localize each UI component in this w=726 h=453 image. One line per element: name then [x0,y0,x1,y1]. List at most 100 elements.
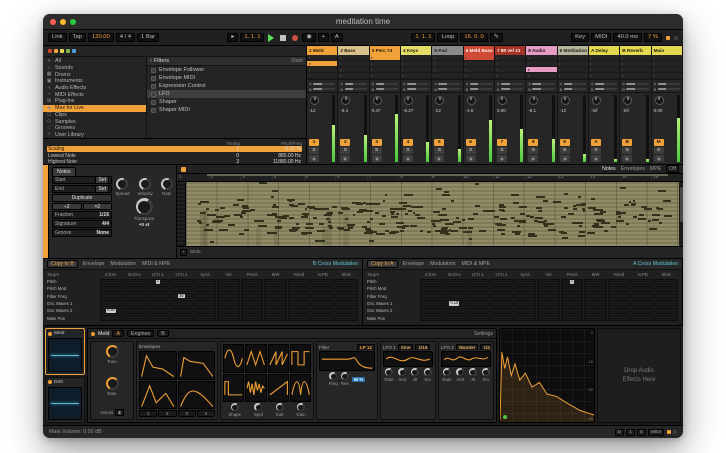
lfo-knob[interactable] [398,368,406,376]
waveform-saw-icon[interactable] [268,344,289,373]
browser-category-item[interactable]: ◇ Samples [43,118,146,125]
send-b-slider[interactable] [532,88,554,90]
mod-matrix-cell[interactable] [123,286,146,292]
solo-button[interactable]: S [340,147,350,154]
browser-device-item[interactable]: Expression Control [147,82,306,90]
mapping-value-1[interactable]: 0 [197,153,239,159]
mod-matrix-cell[interactable] [194,279,217,285]
mod-matrix-cell[interactable] [194,286,217,292]
mod-matrix-cell[interactable] [537,286,560,292]
collection-color-icon[interactable] [66,49,70,53]
midi-note[interactable] [475,183,479,185]
mod-matrix-cell[interactable] [217,300,240,306]
midi-note[interactable] [538,221,545,223]
mod-matrix-cell[interactable] [217,315,240,321]
midi-note[interactable] [454,230,458,232]
midi-note[interactable] [594,213,602,215]
midi-note[interactable] [535,217,543,219]
midi-note[interactable] [564,193,568,195]
midi-note[interactable] [564,207,568,209]
solo-button[interactable]: S [622,147,632,154]
tap-tempo-button[interactable]: Tap [69,33,86,43]
arm-button[interactable] [622,155,632,162]
time-signature-field[interactable]: 4 / 4 [116,33,135,43]
notes-knob[interactable] [139,178,151,190]
midi-note[interactable] [459,227,467,229]
arm-button[interactable] [528,155,538,162]
midi-note[interactable] [451,200,454,202]
midi-note[interactable] [322,208,330,210]
mod-matrix-cell[interactable] [288,293,311,299]
mod-matrix-cell[interactable] [241,286,264,292]
rate-knob[interactable] [106,377,119,390]
solo-button[interactable]: S [654,147,664,154]
midi-note[interactable] [502,210,505,212]
midi-note[interactable] [345,218,348,220]
solo-button[interactable]: S [591,147,601,154]
lfo-knob[interactable] [411,368,419,376]
pan-knob[interactable] [623,96,632,105]
status-indicator-chip[interactable]: 1 [626,429,635,436]
mod-matrix-cell[interactable] [194,300,217,306]
send-a-slider[interactable] [564,83,586,85]
midi-note[interactable] [438,214,448,216]
midi-note[interactable] [616,211,620,213]
mod-matrix-cell[interactable] [217,293,240,299]
midi-note[interactable] [562,237,568,239]
track-title[interactable]: B Reverb [620,46,650,55]
mod-matrix-cell[interactable] [311,315,334,321]
midi-note[interactable] [322,227,327,246]
midi-note[interactable] [468,227,473,229]
midi-note[interactable] [503,218,508,220]
midi-note[interactable] [390,208,399,210]
lfo-display[interactable] [383,351,433,367]
midi-note[interactable] [197,220,200,222]
mod-matrix-cell[interactable] [608,293,631,299]
mod-target-name[interactable]: Pitch [47,278,99,285]
midi-note[interactable] [391,213,394,215]
arm-button[interactable] [591,155,601,162]
midi-note[interactable] [220,207,225,209]
midi-note[interactable] [620,187,627,189]
mod-target-name[interactable]: Osc Waves 1 [367,300,419,307]
track-title[interactable]: 8 Audio [526,46,556,55]
midi-note[interactable] [413,212,416,214]
mod-matrix-cell[interactable] [561,286,584,292]
midi-note[interactable] [538,210,542,212]
status-indicator-chip[interactable]: MIDI [648,429,664,436]
mod-matrix-cell[interactable] [335,300,358,306]
midi-note[interactable] [573,222,578,224]
mod-matrix-cell[interactable] [217,308,240,314]
midi-note[interactable] [234,214,242,216]
session-track[interactable]: Main A B 0.00 M S [652,46,683,164]
midi-note[interactable] [306,223,313,225]
mod-matrix-cell[interactable] [241,315,264,321]
midi-note[interactable] [633,216,638,218]
modulation-tab[interactable]: Envelope [83,261,105,267]
mod-matrix-cell[interactable] [123,308,146,314]
midi-note[interactable] [302,233,307,235]
midi-note[interactable] [579,231,586,233]
waveform-ramp-icon[interactable] [268,374,289,403]
arrangement-position-field[interactable]: 1. 1. 1 [240,33,264,43]
midi-note[interactable] [415,214,420,216]
solo-button[interactable]: S [466,147,476,154]
midi-note[interactable] [339,228,344,230]
track-volume-value[interactable]: -8.4 [340,108,348,113]
envelope-tab[interactable]: 4 [197,410,215,417]
midi-note[interactable] [638,218,646,220]
midi-note[interactable] [302,213,309,215]
midi-note[interactable] [656,207,659,209]
mod-matrix-cell[interactable]: 0.15 [443,300,466,306]
tab-envelopes[interactable]: Envelopes [621,166,645,172]
midi-note[interactable] [400,230,404,232]
pan-knob[interactable] [529,96,538,105]
mod-matrix-cell[interactable]: 0.30 [100,308,123,314]
track-title[interactable]: A Delay [589,46,619,55]
browser-filter-badge[interactable]: Dark [291,58,303,64]
mod-target-name[interactable]: Main Pos [367,314,419,321]
arm-button[interactable] [340,155,350,162]
collection-color-icon[interactable] [54,49,58,53]
modulation-tab[interactable]: MIDI & MPE [142,261,171,267]
browser-category-item[interactable]: ⊞ Plug-Ins [43,98,146,105]
